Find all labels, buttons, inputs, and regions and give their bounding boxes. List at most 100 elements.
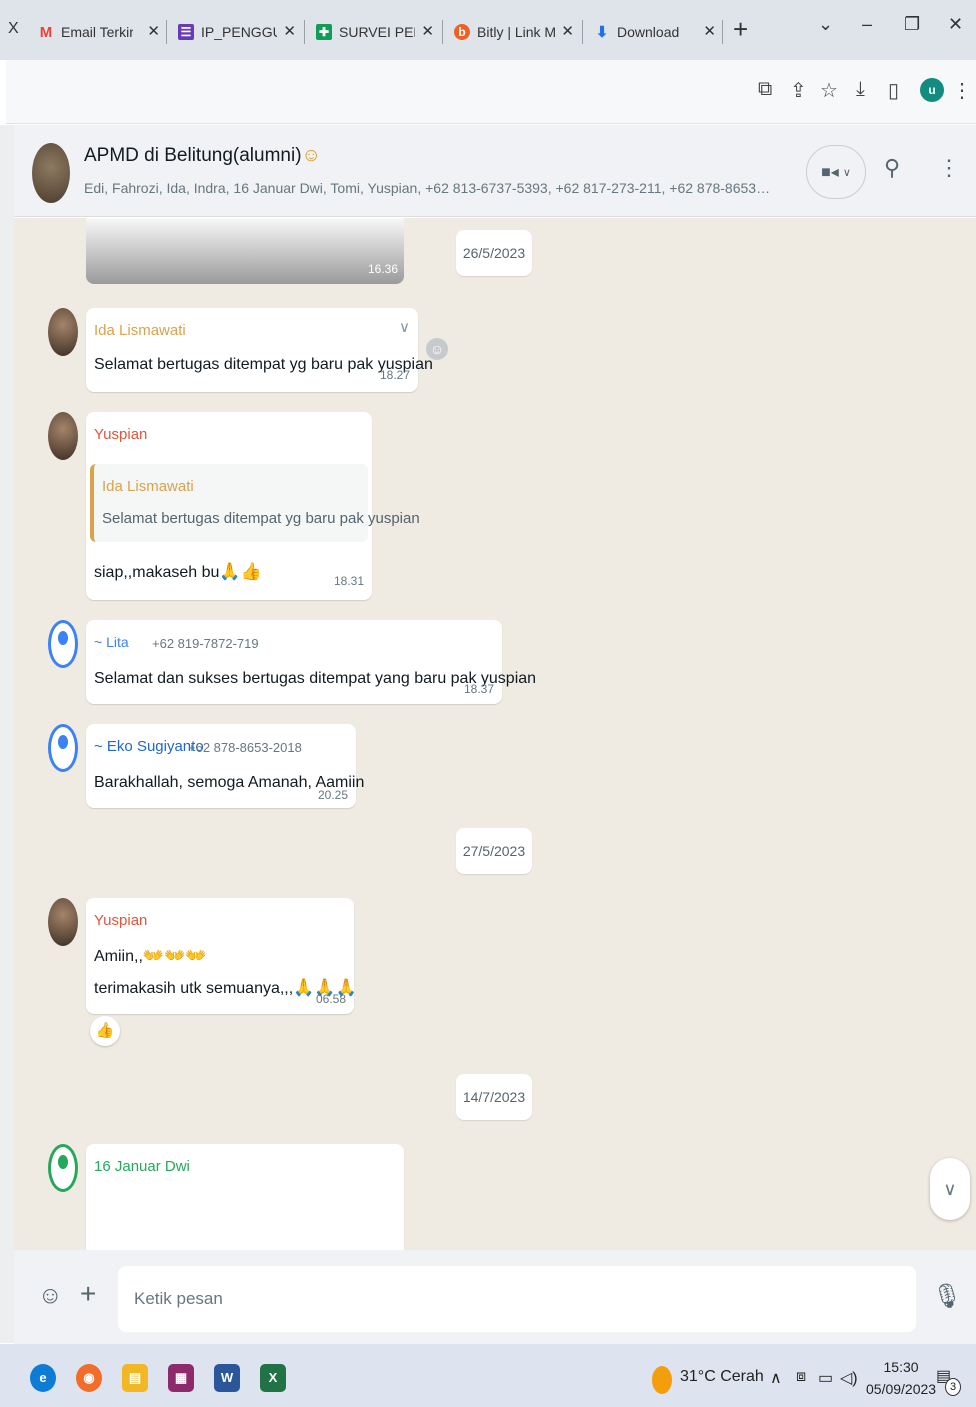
microphone-icon[interactable]: 🎙 — [932, 1282, 962, 1311]
chevron-down-icon: ∨ — [842, 166, 851, 179]
tab-email-terkirim[interactable]: M Email Terkirim ✕ — [38, 16, 160, 48]
avatar[interactable] — [48, 412, 78, 460]
message-bubble[interactable]: 16 Januar Dwi — [86, 1144, 404, 1250]
tab-bitly[interactable]: b Bitly | Link Man ✕ — [454, 16, 574, 48]
tab-label: SURVEI PENGG — [339, 24, 415, 40]
window-close-icon[interactable]: ✕ — [948, 14, 963, 35]
avatar[interactable] — [48, 1144, 78, 1192]
tab-label: Download — [617, 24, 680, 40]
quoted-text: Selamat bertugas ditempat yg baru pak yu… — [102, 510, 420, 527]
network-icon[interactable]: ▭ — [818, 1368, 833, 1388]
sheets-icon: ✚ — [316, 24, 332, 40]
avatar[interactable] — [48, 724, 78, 772]
message-time: 16.36 — [367, 262, 398, 276]
chat-menu-icon[interactable]: ⋮ — [938, 155, 960, 181]
thumbs-up-reaction-icon[interactable]: 👍 — [90, 1016, 120, 1046]
image-message[interactable]: 16.36 — [86, 218, 404, 284]
clock-date: 05/09/2023 — [866, 1381, 937, 1397]
browser-menu-icon[interactable]: ⋮ — [952, 78, 972, 103]
bookmark-star-icon[interactable]: ☆ — [820, 78, 838, 103]
downloads-icon[interactable]: ⤓ — [856, 78, 865, 101]
smiling-emoji-icon: ☺ — [301, 145, 321, 166]
close-tab-icon[interactable]: X — [8, 20, 19, 38]
download-icon: ⬇ — [595, 24, 609, 41]
attach-plus-icon[interactable]: + — [80, 1278, 96, 1310]
quoted-message[interactable]: Ida Lismawati Selamat bertugas ditempat … — [90, 464, 420, 542]
system-clock[interactable]: 15:30 05/09/2023 — [866, 1356, 936, 1400]
tab-divider — [722, 20, 723, 44]
open-in-app-icon[interactable]: ⧉ — [758, 78, 772, 101]
sender-phone: +62 819-7872-719 — [152, 636, 259, 651]
message-bubble[interactable]: Yuspian Ida Lismawati Selamat bertugas d… — [86, 412, 420, 600]
gmail-icon: M — [39, 23, 53, 41]
volume-icon[interactable]: ◁) — [840, 1368, 858, 1388]
avatar[interactable] — [48, 308, 78, 356]
os-taskbar: e ◉ ▤ ▦ W X 31°C Cerah ∧ ⧈ ▭ ◁) 15:30 05… — [0, 1344, 976, 1407]
bitly-icon: b — [454, 24, 470, 40]
scroll-to-bottom-button[interactable]: ∨ — [930, 1158, 970, 1220]
message-time: 18.27 — [379, 368, 410, 382]
share-icon[interactable]: ⇪ — [790, 78, 807, 103]
forms-icon: ☰ — [178, 24, 194, 40]
file-explorer-icon[interactable]: ▤ — [122, 1364, 148, 1392]
close-icon[interactable]: ✕ — [421, 22, 434, 40]
tab-survei[interactable]: ✚ SURVEI PENGG ✕ — [316, 16, 434, 48]
emoji-picker-icon[interactable]: ☺ — [38, 1282, 63, 1310]
excel-icon[interactable]: X — [260, 1364, 286, 1392]
message-composer: ☺ + 🎙 — [14, 1250, 976, 1344]
message-bubble[interactable]: Ida Lismawati ∨ Selamat bertugas ditempa… — [86, 308, 433, 392]
profile-avatar[interactable]: u — [920, 78, 944, 102]
close-icon[interactable]: ✕ — [147, 22, 160, 40]
message-time: 18.37 — [463, 682, 494, 696]
avatar[interactable] — [48, 898, 78, 946]
close-icon[interactable]: ✕ — [283, 22, 296, 40]
edge-icon[interactable]: e — [30, 1364, 56, 1392]
date-separator: 26/5/2023 — [456, 230, 532, 276]
close-icon[interactable]: ✕ — [703, 22, 716, 40]
message-text: siap,,makaseh bu🙏👍 — [94, 562, 262, 582]
word-icon[interactable]: W — [214, 1364, 240, 1392]
tab-search-chevron-icon[interactable]: ⌄ — [818, 14, 833, 35]
tray-chevron-up-icon[interactable]: ∧ — [770, 1368, 782, 1388]
avatar[interactable] — [48, 620, 78, 668]
message-sender[interactable]: Ida Lismawati — [94, 322, 186, 339]
message-bubble[interactable]: ~ Lita +62 819-7872-719 Selamat dan suks… — [86, 620, 536, 704]
react-emoji-icon[interactable]: ☺ — [426, 338, 448, 360]
browser-toolbar: ⧉ ⇪ ☆ ⤓ ▯ u ⋮ — [6, 60, 976, 124]
tab-divider — [582, 20, 583, 44]
message-sender[interactable]: 16 Januar Dwi — [94, 1158, 190, 1175]
new-tab-button[interactable]: + — [733, 14, 748, 45]
message-input[interactable] — [118, 1266, 916, 1332]
message-sender[interactable]: Yuspian — [94, 912, 147, 929]
chat-header[interactable]: APMD di Belitung(alumni)☺ Edi, Fahrozi, … — [14, 125, 976, 217]
tab-ip-pengguna[interactable]: ☰ IP_PENGGUNA ✕ — [178, 16, 296, 48]
group-title[interactable]: APMD di Belitung(alumni)☺ — [84, 145, 321, 167]
restore-icon[interactable]: ❐ — [904, 14, 920, 35]
date-separator: 27/5/2023 — [456, 828, 532, 874]
message-sender[interactable]: ~ Lita — [94, 634, 129, 650]
meet-now-icon[interactable]: ⧈ — [796, 1368, 806, 1386]
firefox-icon[interactable]: ◉ — [76, 1364, 102, 1392]
date-separator: 14/7/2023 — [456, 1074, 532, 1120]
weather-text[interactable]: 31°C Cerah — [680, 1368, 764, 1386]
tab-label: Email Terkirim — [61, 24, 133, 40]
search-icon[interactable]: ⚲ — [884, 155, 900, 181]
tab-download[interactable]: ⬇ Download ✕ — [594, 16, 716, 48]
left-rail — [0, 125, 14, 1343]
close-icon[interactable]: ✕ — [561, 22, 574, 40]
message-bubble[interactable]: Yuspian Amiin,,👐👐👐 terimakasih utk semua… — [86, 898, 357, 1014]
side-panel-icon[interactable]: ▯ — [888, 78, 899, 103]
chat-messages-area[interactable]: 16.36 26/5/2023 Ida Lismawati ∨ Selamat … — [14, 218, 976, 1250]
weather-sun-icon[interactable] — [652, 1366, 672, 1394]
message-sender[interactable]: Yuspian — [94, 426, 147, 443]
minimize-icon[interactable]: – — [862, 14, 872, 35]
sender-phone: +62 878-8653-2018 — [188, 740, 302, 755]
group-avatar[interactable] — [32, 143, 70, 203]
message-options-chevron-icon[interactable]: ∨ — [399, 318, 410, 336]
video-call-button[interactable]: ■◂ ∨ — [806, 145, 866, 199]
message-text-content: siap,,makaseh bu — [94, 564, 220, 581]
open-hands-emoji-icon: 👐👐👐 — [142, 946, 207, 965]
winrar-icon[interactable]: ▦ — [168, 1364, 194, 1392]
chevron-down-icon: ∨ — [943, 1179, 957, 1199]
message-bubble[interactable]: ~ Eko Sugiyanto +62 878-8653-2018 Barakh… — [86, 724, 364, 808]
